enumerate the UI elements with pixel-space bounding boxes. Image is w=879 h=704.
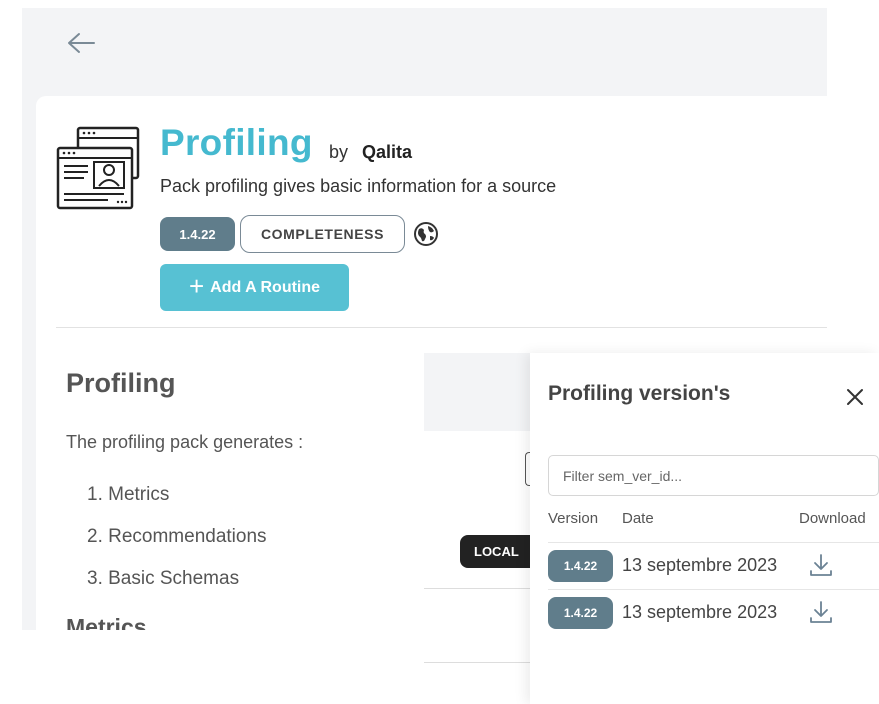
download-icon[interactable] xyxy=(808,599,834,625)
versions-drawer: Profiling version's Version Date Downloa… xyxy=(530,353,879,704)
divider xyxy=(548,542,879,543)
column-header-date: Date xyxy=(622,510,654,527)
divider xyxy=(548,589,879,590)
local-badge: LOCAL xyxy=(460,535,534,568)
list-item: 1. Metrics xyxy=(87,484,170,505)
list-item: 2. Recommendations xyxy=(87,526,267,547)
add-routine-label: Add A Routine xyxy=(210,278,321,296)
row-version-badge: 1.4.22 xyxy=(548,597,613,629)
add-routine-button[interactable]: + Add A Routine xyxy=(160,264,349,311)
profile-screen-icon xyxy=(56,126,140,210)
pack-title: Profiling xyxy=(160,122,313,163)
readme-intro: The profiling pack generates : xyxy=(66,432,304,452)
filter-input[interactable] xyxy=(548,455,879,496)
plus-icon: + xyxy=(188,271,205,301)
by-label: by xyxy=(329,142,349,162)
arrow-left-icon xyxy=(68,33,95,53)
middle-panel-header xyxy=(424,353,534,431)
column-header-download: Download xyxy=(799,510,866,527)
column-header-version: Version xyxy=(548,510,599,527)
divider xyxy=(424,588,534,589)
row-date: 13 septembre 2023 xyxy=(622,602,778,622)
tag-completeness: COMPLETENESS xyxy=(240,215,405,253)
pack-description: Pack profiling gives basic information f… xyxy=(160,176,557,196)
divider xyxy=(56,327,827,328)
version-badge[interactable]: 1.4.22 xyxy=(160,217,235,251)
drawer-title: Profiling version's xyxy=(548,382,731,405)
close-button[interactable] xyxy=(842,384,868,410)
row-version-badge: 1.4.22 xyxy=(548,550,613,582)
close-icon xyxy=(847,389,863,405)
metrics-heading: Metrics xyxy=(66,614,147,630)
pack-author[interactable]: Qalita xyxy=(362,142,412,163)
globe-icon[interactable] xyxy=(413,221,439,247)
download-icon[interactable] xyxy=(808,552,834,578)
list-item: 3. Basic Schemas xyxy=(87,568,240,589)
back-button[interactable] xyxy=(64,26,98,60)
divider xyxy=(424,662,534,663)
row-date: 13 septembre 2023 xyxy=(622,555,778,575)
readme-heading: Profiling xyxy=(66,368,176,398)
